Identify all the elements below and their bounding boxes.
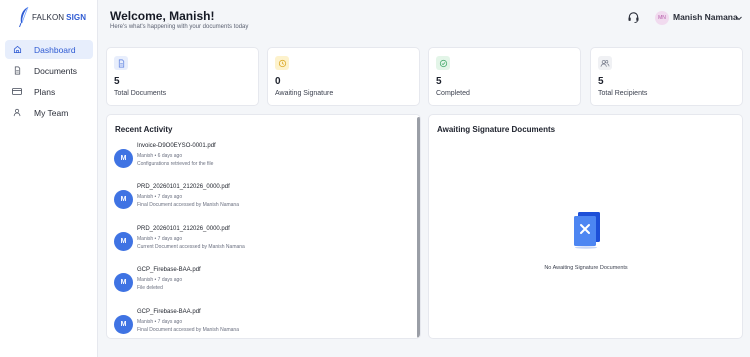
stat-card-completed: 5 Completed [428,47,581,106]
activity-description: Configurations retrieved for the file [137,161,214,167]
sidebar-item-dashboard[interactable]: Dashboard [5,40,93,59]
avatar: M [114,149,133,168]
activity-file-name: PRD_20260101_212026_0000.pdf [137,184,230,190]
sidebar-nav: Dashboard Documents Plans My Team [5,40,93,124]
empty-document-icon [574,212,600,249]
sidebar-item-label: My Team [34,107,69,118]
activity-description: Current Document accessed by Manish Nama… [137,244,245,250]
stat-label: Awaiting Signature [275,90,334,97]
stat-card-awaiting-signature: 0 Awaiting Signature [267,47,420,106]
page-subtitle: Here's what's happening with your docume… [110,24,249,30]
empty-state-text: No Awaiting Signature Documents [544,265,628,271]
avatar: M [114,190,133,209]
stat-value: 5 [598,76,604,87]
sidebar-item-my-team[interactable]: My Team [5,103,93,122]
activity-item[interactable]: M PRD_20260101_212026_0000.pdf Manish • … [114,226,414,266]
activity-meta: Manish • 7 days ago [137,236,183,242]
recent-activity-panel: Recent Activity M Invoice-D9O0EYSO-0001.… [106,114,421,339]
credit-card-icon [12,87,22,97]
activity-file-name: GCP_Firebase-BAA.pdf [137,267,201,273]
activity-scrollbar[interactable] [417,117,420,338]
sidebar-item-label: Plans [34,86,56,97]
avatar: M [114,232,133,251]
user-avatar[interactable]: MN [655,11,669,25]
activity-description: File deleted [137,285,163,291]
stat-label: Total Documents [114,90,167,97]
stat-value: 5 [114,76,120,87]
check-circle-icon [436,56,450,70]
activity-description: Final Document accessed by Manish Namana [137,202,239,208]
page-header: Welcome, Manish! Here's what's happening… [98,0,750,38]
user-name[interactable]: Manish Namana [673,12,738,22]
activity-item[interactable]: M PRD_20260101_212026_0000.pdf Manish • … [114,184,414,224]
activity-item[interactable]: M GCP_Firebase-BAA.pdf Manish • 7 days a… [114,309,414,338]
sidebar-item-label: Documents [34,65,77,76]
sidebar-item-plans[interactable]: Plans [5,82,93,101]
brand-logo[interactable]: FALKON SIGN [18,6,86,28]
document-icon [12,66,22,76]
avatar: M [114,315,133,334]
user-icon [12,108,22,118]
activity-description: Final Document accessed by Manish Namana [137,327,239,333]
recent-activity-title: Recent Activity [115,125,173,134]
stat-card-total-documents: 5 Total Documents [106,47,259,106]
activity-file-name: PRD_20260101_212026_0000.pdf [137,226,230,232]
stat-value: 5 [436,76,442,87]
brand-name-part2: SIGN [66,12,87,22]
sidebar: FALKON SIGN Dashboard Documents Plans My … [0,0,98,357]
activity-meta: Manish • 7 days ago [137,194,183,200]
brand-name-part1: FALKON [32,12,65,22]
home-icon [12,45,22,55]
users-icon [598,56,612,70]
stat-card-total-recipients: 5 Total Recipients [590,47,743,106]
page-title: Welcome, Manish! [110,9,215,23]
activity-meta: Manish • 7 days ago [137,277,183,283]
sidebar-item-label: Dashboard [34,44,76,55]
avatar: M [114,273,133,292]
support-headset-icon[interactable] [627,11,640,24]
activity-file-name: GCP_Firebase-BAA.pdf [137,309,201,315]
awaiting-signature-title: Awaiting Signature Documents [437,125,556,134]
stat-label: Completed [436,90,470,97]
activity-meta: Manish • 7 days ago [137,319,183,325]
sidebar-item-documents[interactable]: Documents [5,61,93,80]
stat-label: Total Recipients [598,90,648,97]
stat-value: 0 [275,76,281,87]
activity-item[interactable]: M Invoice-D9O0EYSO-0001.pdf Manish • 6 d… [114,143,414,183]
activity-meta: Manish • 6 days ago [137,153,183,159]
activity-file-name: Invoice-D9O0EYSO-0001.pdf [137,143,216,149]
brand-name: FALKON SIGN [32,13,86,22]
chevron-down-icon[interactable] [735,14,743,22]
clock-icon [275,56,289,70]
document-icon [114,56,128,70]
activity-item[interactable]: M GCP_Firebase-BAA.pdf Manish • 7 days a… [114,267,414,307]
feather-logo-icon [19,6,29,28]
awaiting-signature-panel: Awaiting Signature Documents No Awaiting… [428,114,743,339]
